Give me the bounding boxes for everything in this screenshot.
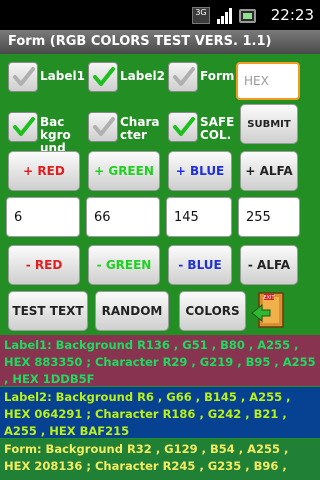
checkbox-label-safe-colors: SAFE COL. [200, 115, 235, 142]
exit-door-icon[interactable]: EXIT [250, 291, 288, 329]
checkbox-label-background: Background [40, 115, 71, 155]
hex-input[interactable]: HEX [236, 62, 300, 100]
decrease-alfa-button[interactable]: - ALFA [240, 245, 298, 285]
check-icon [173, 117, 195, 136]
status-icons: 3G [192, 7, 266, 25]
increase-green-button[interactable]: + GREEN [88, 151, 160, 191]
app-title: Form (RGB COLORS TEST VERS. 1.1) [0, 30, 320, 54]
increase-red-button[interactable]: + RED [8, 151, 80, 191]
red-value-field[interactable]: 6 [6, 197, 80, 237]
checkbox-label-label2: Label2 [120, 69, 165, 83]
colors-button[interactable]: COLORS [179, 291, 246, 331]
increase-alfa-button[interactable]: + ALFA [240, 151, 298, 191]
battery-icon [239, 9, 256, 23]
checkbox-character[interactable] [88, 112, 118, 142]
network-label: 3G [195, 8, 207, 17]
info-label1: Label1: Background R136 , G51 , B80 , A2… [0, 335, 320, 386]
info-label2: Label2: Background R6 , G66 , B145 , A25… [0, 387, 320, 438]
submit-button[interactable]: SUBMIT [240, 104, 298, 144]
check-icon [13, 67, 35, 86]
checkbox-form[interactable] [168, 62, 198, 92]
signal-icon [217, 8, 232, 24]
decrease-blue-button[interactable]: - BLUE [168, 245, 232, 285]
check-icon [173, 67, 195, 86]
info-form: Form: Background R32 , G129 , B54 , A255… [0, 439, 320, 480]
random-button[interactable]: RANDOM [95, 291, 169, 331]
network-3g-icon: 3G [192, 7, 210, 24]
status-time: 22:23 [270, 6, 314, 24]
status-bar: 3G 22:23 [0, 0, 320, 30]
blue-value-field[interactable]: 145 [166, 197, 232, 237]
checkbox-label2[interactable] [88, 62, 118, 92]
check-icon [93, 67, 115, 86]
checkbox-label1[interactable] [8, 62, 38, 92]
increase-blue-button[interactable]: + BLUE [168, 151, 232, 191]
decrease-red-button[interactable]: - RED [8, 245, 80, 285]
alfa-value-field[interactable]: 255 [238, 197, 300, 237]
checkbox-safe-colors[interactable] [168, 112, 198, 142]
exit-sign-icon: EXIT [263, 295, 275, 301]
checkbox-label-form: Form [200, 69, 235, 83]
green-value-field[interactable]: 66 [86, 197, 160, 237]
checkbox-background[interactable] [8, 112, 38, 142]
check-icon [13, 117, 35, 136]
test-text-button[interactable]: TEST TEXT [8, 291, 88, 331]
check-icon [93, 117, 115, 136]
checkbox-label-character: Character [120, 115, 160, 142]
decrease-green-button[interactable]: - GREEN [88, 245, 160, 285]
checkbox-label-label1: Label1 [40, 69, 85, 83]
